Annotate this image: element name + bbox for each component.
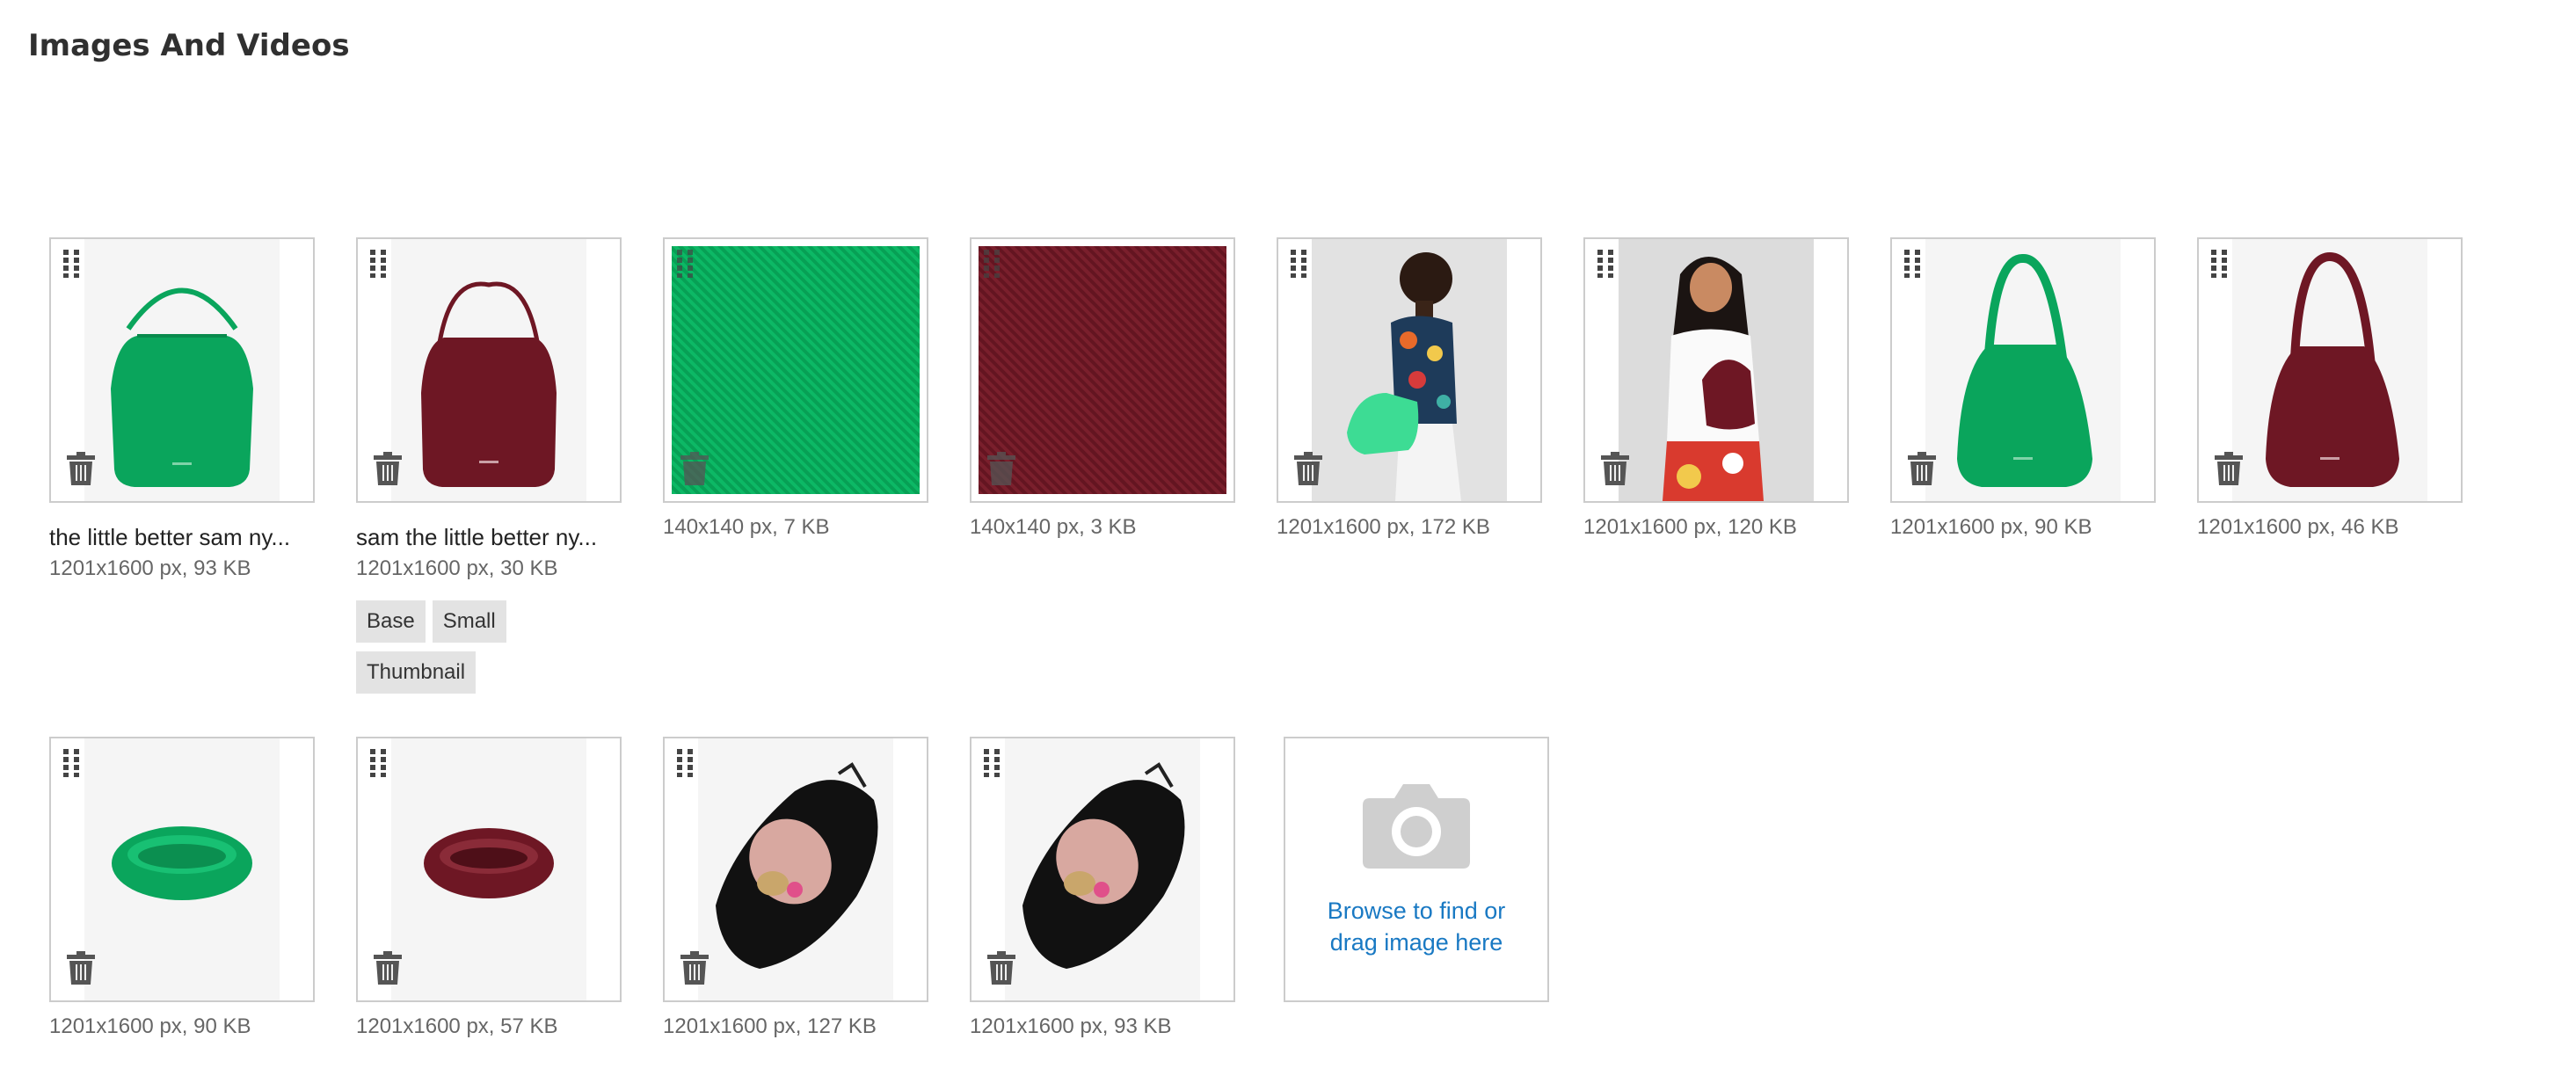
product-photo (391, 239, 586, 501)
image-meta: 140x140 px, 3 KB (970, 515, 1137, 539)
image-meta: 140x140 px, 7 KB (663, 515, 830, 539)
page-title: Images And Videos (28, 28, 350, 63)
role-badge-small: Small (432, 600, 506, 643)
image-item[interactable]: 1201x1600 px, 46 KB (2197, 237, 2463, 540)
image-meta: 1201x1600 px, 120 KB (1583, 515, 1797, 539)
image-item[interactable]: 1201x1600 px, 57 KB (356, 737, 622, 1039)
trash-icon[interactable] (680, 452, 709, 485)
product-photo (84, 239, 280, 501)
image-item[interactable]: 1201x1600 px, 90 KB (1890, 237, 2156, 540)
image-item[interactable]: sam the little better ny... 1201x1600 px… (356, 237, 622, 702)
image-thumbnail-frame[interactable] (970, 237, 1235, 503)
image-item[interactable]: 140x140 px, 3 KB (970, 237, 1235, 540)
image-meta: 1201x1600 px, 93 KB (49, 556, 251, 580)
image-thumbnail-frame[interactable] (356, 237, 622, 503)
model-photo (1619, 239, 1814, 501)
image-thumbnail-frame[interactable] (970, 737, 1235, 1002)
trash-icon[interactable] (67, 951, 95, 985)
image-thumbnail-frame[interactable] (49, 737, 315, 1002)
image-item[interactable]: 1201x1600 px, 90 KB (49, 737, 315, 1039)
drag-handle-icon[interactable] (677, 749, 695, 777)
product-photo (2232, 239, 2427, 501)
drag-handle-icon[interactable] (984, 749, 1001, 777)
product-photo (391, 738, 586, 1000)
trash-icon[interactable] (1601, 452, 1629, 485)
image-thumbnail-frame[interactable] (663, 237, 928, 503)
image-name: sam the little better ny... (356, 524, 598, 550)
trash-icon[interactable] (2215, 452, 2243, 485)
trash-icon[interactable] (1294, 452, 1322, 485)
drag-handle-icon[interactable] (677, 250, 695, 278)
image-thumbnail-frame[interactable] (49, 237, 315, 503)
drag-handle-icon[interactable] (370, 749, 388, 777)
image-item[interactable]: 1201x1600 px, 120 KB (1583, 237, 1849, 540)
role-badge-thumbnail: Thumbnail (356, 651, 477, 694)
image-roles: Base Small Thumbnail (356, 600, 622, 702)
image-meta: 1201x1600 px, 90 KB (49, 1014, 251, 1038)
image-thumbnail-frame[interactable] (356, 737, 622, 1002)
trash-icon[interactable] (987, 951, 1015, 985)
image-meta: 1201x1600 px, 30 KB (356, 556, 558, 580)
trash-icon[interactable] (374, 452, 402, 485)
image-thumbnail-frame[interactable] (2197, 237, 2463, 503)
product-photo (84, 738, 280, 1000)
model-photo (1312, 239, 1507, 501)
image-meta: 1201x1600 px, 57 KB (356, 1014, 558, 1038)
trash-icon[interactable] (987, 452, 1015, 485)
trash-icon[interactable] (67, 452, 95, 485)
image-item[interactable]: the little better sam ny... 1201x1600 px… (49, 237, 315, 581)
drag-handle-icon[interactable] (370, 250, 388, 278)
trash-icon[interactable] (680, 951, 709, 985)
drag-handle-icon[interactable] (1904, 250, 1922, 278)
drag-handle-icon[interactable] (2211, 250, 2229, 278)
image-meta: 1201x1600 px, 127 KB (663, 1014, 877, 1038)
upload-instructions[interactable]: Browse to find or drag image here (1285, 895, 1547, 958)
product-photo (1925, 239, 2121, 501)
drag-handle-icon[interactable] (63, 250, 81, 278)
upload-text-line2: drag image here (1329, 929, 1503, 956)
image-item[interactable]: 1201x1600 px, 93 KB (970, 737, 1235, 1039)
trash-icon[interactable] (1908, 452, 1936, 485)
product-photo (698, 738, 893, 1000)
image-item[interactable]: 1201x1600 px, 127 KB (663, 737, 928, 1039)
image-item[interactable]: 140x140 px, 7 KB (663, 237, 928, 540)
drag-handle-icon[interactable] (1291, 250, 1308, 278)
image-thumbnail-frame[interactable] (663, 737, 928, 1002)
drag-handle-icon[interactable] (1597, 250, 1615, 278)
image-meta: 1201x1600 px, 90 KB (1890, 515, 2092, 539)
drag-handle-icon[interactable] (984, 250, 1001, 278)
image-thumbnail-frame[interactable] (1890, 237, 2156, 503)
trash-icon[interactable] (374, 951, 402, 985)
image-meta: 1201x1600 px, 93 KB (970, 1014, 1172, 1038)
product-photo (1005, 738, 1200, 1000)
image-upload-dropzone[interactable]: Browse to find or drag image here (1284, 737, 1549, 1002)
color-swatch-green (672, 246, 920, 494)
upload-text-line1: Browse to find or (1327, 898, 1506, 924)
image-meta: 1201x1600 px, 172 KB (1277, 515, 1490, 539)
drag-handle-icon[interactable] (63, 749, 81, 777)
camera-icon (1363, 784, 1470, 869)
image-name: the little better sam ny... (49, 524, 291, 550)
image-meta: 1201x1600 px, 46 KB (2197, 515, 2399, 539)
role-badge-base: Base (356, 600, 426, 643)
image-item[interactable]: 1201x1600 px, 172 KB (1277, 237, 1542, 540)
image-thumbnail-frame[interactable] (1583, 237, 1849, 503)
image-thumbnail-frame[interactable] (1277, 237, 1542, 503)
color-swatch-burgundy (979, 246, 1226, 494)
